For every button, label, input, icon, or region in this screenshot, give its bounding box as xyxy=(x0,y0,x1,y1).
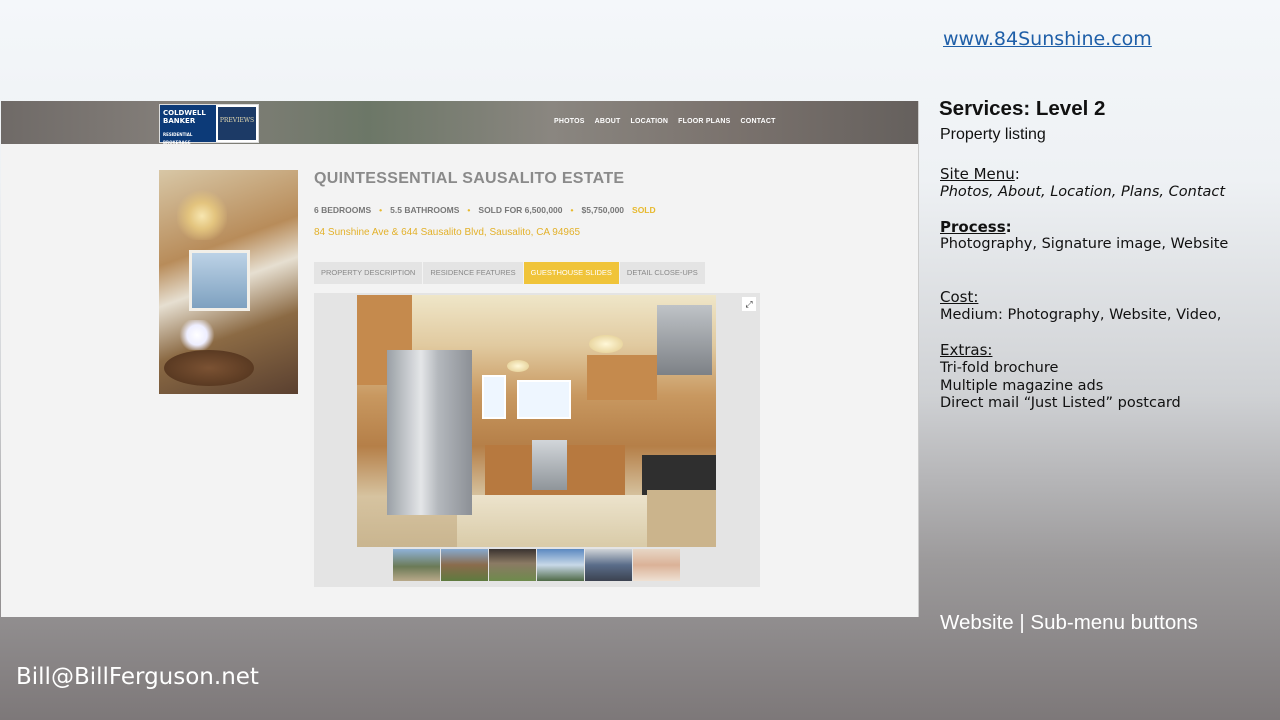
stove xyxy=(642,455,716,495)
separator-dot: • xyxy=(467,205,471,215)
services-title: Services: Level 2 xyxy=(939,97,1106,120)
refrigerator xyxy=(387,350,472,515)
gallery-thumbnail[interactable] xyxy=(393,549,440,581)
fact-sold-for: SOLD FOR 6,500,000 xyxy=(478,205,563,215)
gallery-thumbnail[interactable] xyxy=(441,549,488,581)
gallery-thumbnail[interactable] xyxy=(489,549,536,581)
site-header: COLDWELL BANKER RESIDENTIAL BROKERAGE PR… xyxy=(1,101,918,145)
nav-item-photos[interactable]: PHOTOS xyxy=(554,118,585,125)
status-badge: SOLD xyxy=(632,205,656,215)
gallery-thumbnail[interactable] xyxy=(633,549,680,581)
site-menu-label: Site Menu: xyxy=(940,165,1020,183)
separator-dot: • xyxy=(379,205,383,215)
website-url[interactable]: www.84Sunshine.com xyxy=(943,28,1152,50)
nav-item-location[interactable]: LOCATION xyxy=(631,118,669,125)
website-screenshot: COLDWELL BANKER RESIDENTIAL BROKERAGE PR… xyxy=(1,101,919,617)
contact-email[interactable]: Bill@BillFerguson.net xyxy=(16,664,259,690)
fact-bedrooms: 6 BEDROOMS xyxy=(314,205,372,215)
tab-property-description[interactable]: PROPERTY DESCRIPTION xyxy=(314,262,423,284)
dishwasher xyxy=(532,440,567,490)
cabinet xyxy=(587,355,657,400)
extras-item: Tri-fold brochure xyxy=(940,360,1059,376)
gallery-thumbnail[interactable] xyxy=(537,549,584,581)
window xyxy=(482,375,506,419)
previews-logo: PREVIEWS xyxy=(218,107,256,140)
photo-gallery: ⤢ xyxy=(314,293,760,587)
signature-image xyxy=(159,170,298,394)
nav-item-contact[interactable]: CONTACT xyxy=(741,118,776,125)
site-menu-items: Photos, About, Location, Plans, Contact xyxy=(940,184,1226,200)
gallery-thumbnail[interactable] xyxy=(585,549,632,581)
gallery-main-photo[interactable] xyxy=(357,295,716,547)
extras-item: Multiple magazine ads xyxy=(940,377,1104,394)
brokerage-logo[interactable]: COLDWELL BANKER RESIDENTIAL BROKERAGE PR… xyxy=(159,104,259,145)
cost-label: Cost: xyxy=(940,288,979,306)
fact-list-price: $5,750,000 xyxy=(581,205,625,215)
microwave xyxy=(657,305,712,375)
orchids xyxy=(177,320,217,350)
fact-bathrooms: 5.5 BATHROOMS xyxy=(390,205,460,215)
listing-address: 84 Sunshine Ave & 644 Sausalito Blvd, Sa… xyxy=(314,227,581,238)
logo-brand: COLDWELL BANKER xyxy=(163,109,206,125)
window xyxy=(517,380,571,419)
site-nav: PHOTOS ABOUT LOCATION FLOOR PLANS CONTAC… xyxy=(554,118,776,125)
tab-residence-features[interactable]: RESIDENCE FEATURES xyxy=(423,262,523,284)
coldwell-banker-logo: COLDWELL BANKER RESIDENTIAL BROKERAGE xyxy=(160,105,216,145)
process-label: Process: xyxy=(940,218,1012,236)
process-colon: : xyxy=(1005,218,1012,236)
site-menu-label-text: Site Menu xyxy=(940,165,1015,183)
expand-icon[interactable]: ⤢ xyxy=(742,297,756,311)
process-text: Photography, Signature image, Website xyxy=(940,236,1229,252)
listing-facts: 6 BEDROOMS • 5.5 BATHROOMS • SOLD FOR 6,… xyxy=(314,205,656,215)
counter xyxy=(647,490,716,547)
logo-brand-sub: RESIDENTIAL BROKERAGE xyxy=(163,132,193,145)
slide-caption: Website | Sub-menu buttons xyxy=(940,611,1198,634)
floor xyxy=(457,495,657,547)
cost-text: Medium: Photography, Website, Video, xyxy=(940,307,1222,323)
sub-menu-tabs: PROPERTY DESCRIPTION RESIDENCE FEATURES … xyxy=(314,262,706,284)
services-subtitle: Property listing xyxy=(940,126,1046,143)
nav-item-about[interactable]: ABOUT xyxy=(595,118,621,125)
tab-detail-close-ups[interactable]: DETAIL CLOSE-UPS xyxy=(619,262,705,284)
nav-item-floor-plans[interactable]: FLOOR PLANS xyxy=(678,118,730,125)
separator-dot: • xyxy=(570,205,574,215)
extras-item: Direct mail “Just Listed” postcard xyxy=(940,395,1181,411)
round-table xyxy=(164,350,254,386)
thumbnail-strip xyxy=(393,549,680,581)
pendant-lamp xyxy=(589,335,623,353)
tab-guesthouse-slides[interactable]: GUESTHOUSE SLIDES xyxy=(523,262,619,284)
window xyxy=(189,250,250,311)
pendant-lamp xyxy=(507,360,529,372)
extras-list: Tri-fold brochure Multiple magazine ads … xyxy=(940,360,1181,413)
chandelier xyxy=(177,180,227,240)
process-label-text: Process xyxy=(940,218,1006,236)
site-menu-colon: : xyxy=(1014,165,1020,183)
listing-title: QUINTESSENTIAL SAUSALITO ESTATE xyxy=(314,170,625,187)
extras-label: Extras: xyxy=(940,341,993,359)
